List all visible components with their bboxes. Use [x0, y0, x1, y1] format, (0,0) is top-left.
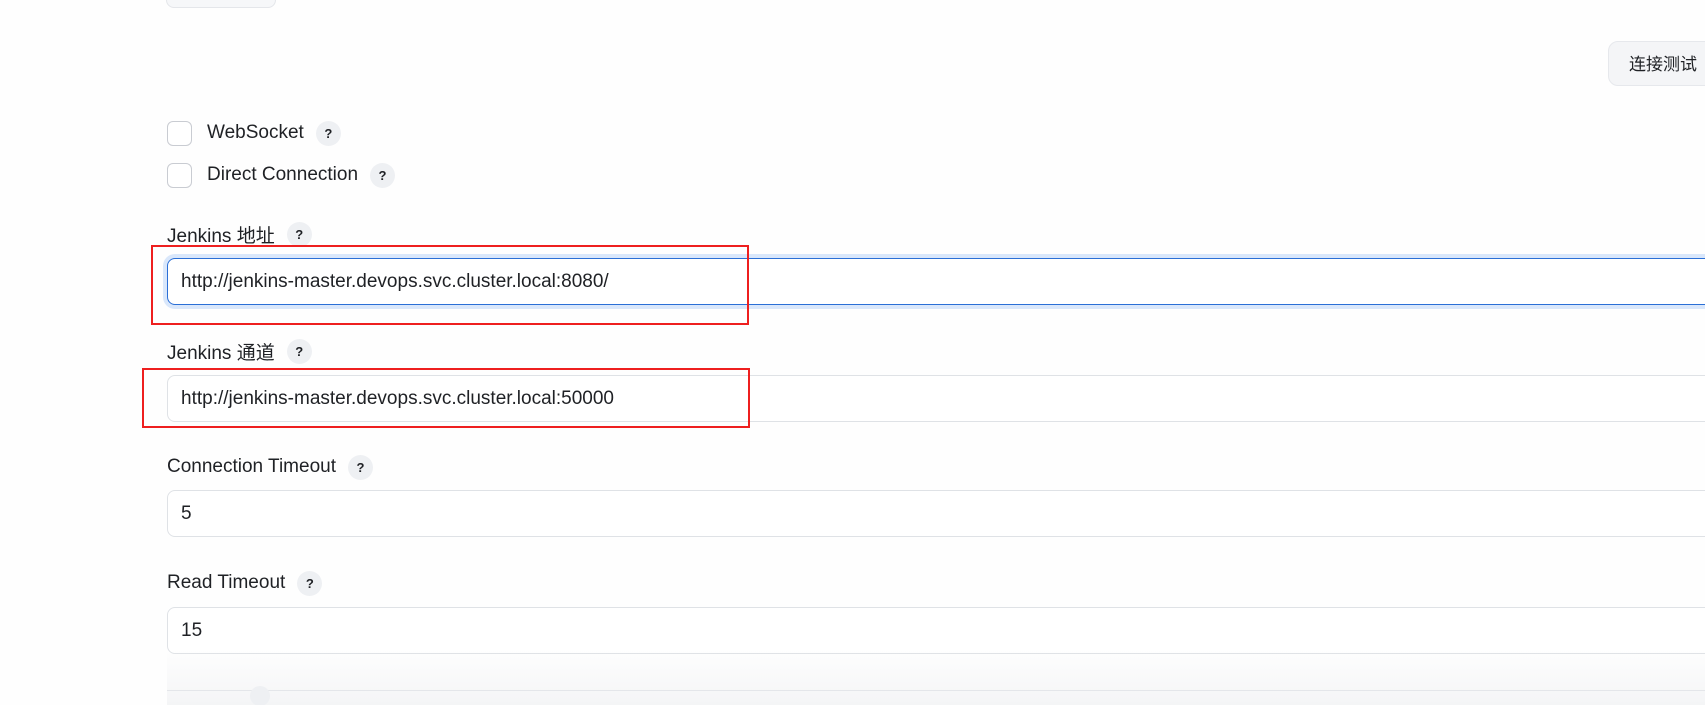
section-divider [167, 690, 1705, 691]
partial-help-icon[interactable] [250, 686, 270, 705]
jenkins-url-label: Jenkins 地址 [167, 225, 275, 247]
jenkins-tunnel-label: Jenkins 通道 [167, 342, 275, 364]
jenkins-tunnel-help-icon[interactable]: ? [286, 338, 312, 364]
websocket-option: WebSocket ? [167, 119, 341, 147]
websocket-label: WebSocket [207, 122, 304, 143]
jenkins-url-help-icon[interactable]: ? [286, 221, 312, 247]
test-connection-button[interactable]: 连接测试 [1608, 41, 1705, 86]
jenkins-tunnel-label-row: Jenkins 通道 ? [167, 337, 312, 365]
read-timeout-input[interactable] [167, 607, 1705, 654]
connection-timeout-help-icon[interactable]: ? [348, 454, 373, 480]
jenkins-cloud-config-panel: 连接测试 WebSocket ? Direct Connection ? Jen… [0, 0, 1705, 705]
connection-timeout-input[interactable] [167, 490, 1705, 537]
connection-timeout-label: Connection Timeout [167, 456, 336, 477]
jenkins-url-input[interactable] [167, 258, 1705, 305]
direct-connection-help-icon[interactable]: ? [370, 162, 396, 188]
connection-timeout-label-row: Connection Timeout ? [167, 453, 373, 481]
jenkins-tunnel-input[interactable] [167, 375, 1705, 422]
websocket-help-icon[interactable]: ? [315, 120, 341, 146]
jenkins-url-label-row: Jenkins 地址 ? [167, 220, 312, 248]
scroll-fade-overlay [167, 650, 1705, 705]
websocket-checkbox[interactable] [167, 120, 192, 146]
direct-connection-option: Direct Connection ? [167, 161, 396, 189]
partial-button-top[interactable] [166, 0, 276, 8]
read-timeout-label: Read Timeout [167, 572, 286, 593]
direct-connection-checkbox[interactable] [167, 162, 192, 188]
read-timeout-help-icon[interactable]: ? [297, 570, 323, 596]
direct-connection-label: Direct Connection [207, 164, 359, 185]
read-timeout-label-row: Read Timeout ? [167, 569, 323, 597]
